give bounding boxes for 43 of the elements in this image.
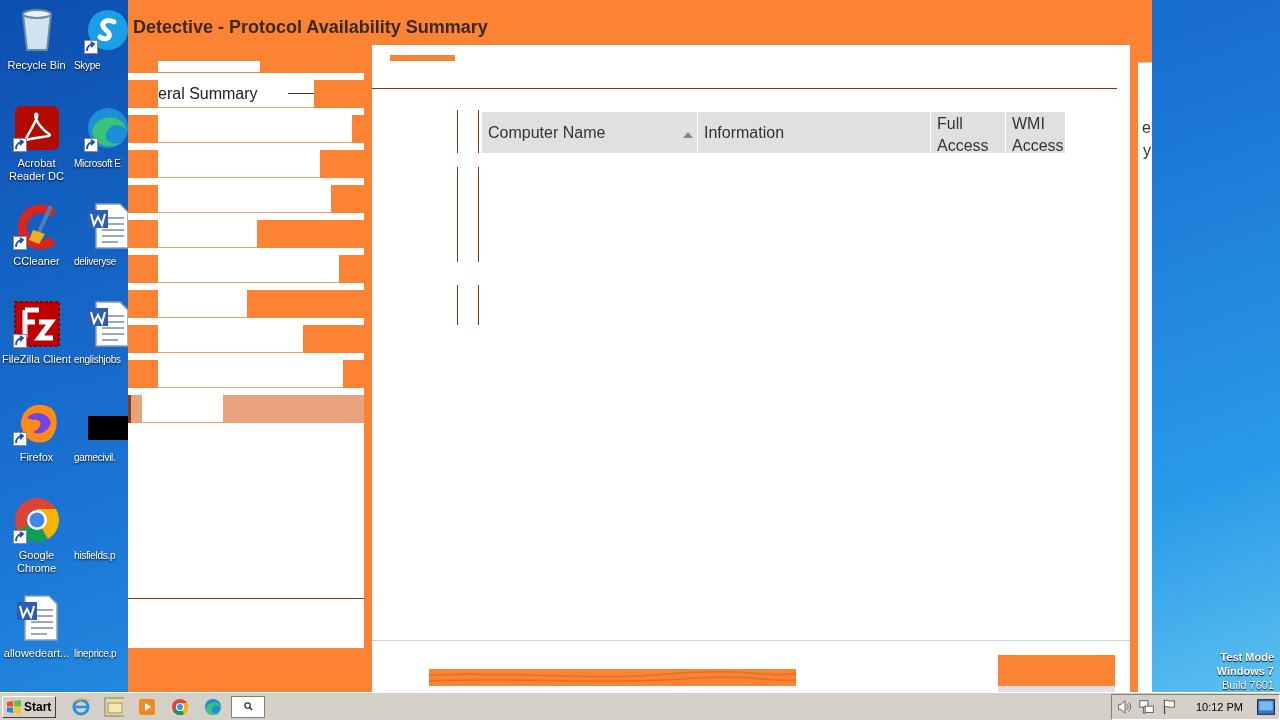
column-header-fragment: y (1142, 141, 1152, 161)
icon-label[interactable]: CCleaner (0, 255, 73, 268)
clock[interactable]: 10:12 PM (1195, 700, 1243, 713)
column-header[interactable]: Full Access (931, 112, 1005, 153)
icon-label[interactable]: allowedeart... (0, 647, 73, 660)
icon-label[interactable]: Acrobat Reader DC (0, 157, 73, 183)
pdf-reader-icon[interactable] (12, 104, 61, 152)
dark-thumbnail-icon[interactable] (88, 416, 128, 440)
show-desktop-icon[interactable] (1257, 697, 1275, 716)
icon-label[interactable]: Firefox (0, 451, 73, 464)
icon-label[interactable]: Skype (74, 59, 101, 72)
media-player-icon[interactable] (137, 696, 158, 717)
network-icon[interactable] (1137, 697, 1156, 716)
icon-label[interactable]: Microsoft E (74, 157, 121, 170)
column-header[interactable]: Computer Name (482, 112, 697, 153)
icon-label[interactable]: hisfields.p (74, 549, 116, 562)
column-header-fragment: e (1141, 118, 1152, 138)
system-notice-text: Windows 7 (1216, 664, 1274, 678)
speaker-icon[interactable] (1115, 697, 1134, 716)
search-icon (243, 702, 253, 711)
column-header[interactable]: WMI Access (1006, 112, 1065, 153)
chrome-icon[interactable] (12, 496, 61, 544)
system-notice-text: Build 7601 (1222, 678, 1274, 692)
icon-label[interactable]: deliveryse (74, 255, 117, 268)
window-title: Detective - Protocol Availability Summary (133, 16, 488, 38)
windows-logo-icon (6, 698, 22, 715)
sidebar-item[interactable]: eral Summary (128, 80, 364, 108)
icon-label[interactable]: lineprice.p (74, 647, 117, 660)
icon-label[interactable]: englishjobs (74, 353, 121, 366)
icon-label[interactable]: Google Chrome (0, 549, 73, 575)
column-header[interactable]: Information (698, 112, 930, 153)
icon-label[interactable]: gamecivil. (74, 451, 116, 464)
system-notice-text: Test Mode (1220, 650, 1274, 664)
search-field[interactable] (231, 695, 266, 718)
icon-label[interactable]: FileZilla Client (0, 353, 73, 366)
sidebar-item[interactable] (128, 290, 364, 318)
sidebar-item[interactable] (128, 220, 364, 248)
browser-icon[interactable] (71, 696, 92, 717)
tab-marker[interactable] (390, 55, 455, 61)
start-button[interactable]: Start (2, 695, 57, 718)
file-transfer-icon[interactable] (12, 300, 61, 348)
icon-label[interactable]: Recycle Bin (0, 59, 73, 72)
chrome-icon[interactable] (170, 696, 191, 717)
